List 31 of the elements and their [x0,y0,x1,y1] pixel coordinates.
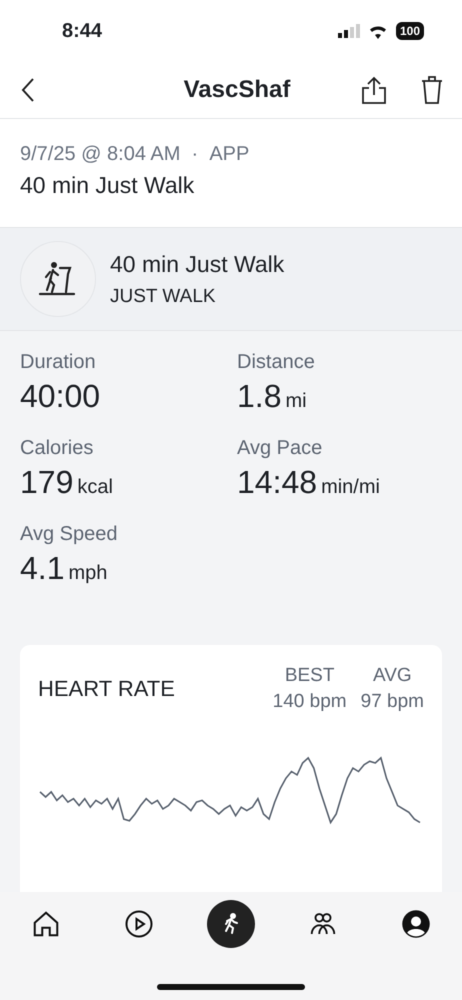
treadmill-walker-icon [38,260,78,298]
wifi-icon [368,24,388,38]
activity-title: 40 min Just Walk [110,250,284,278]
activity-type: JUST WALK [110,286,217,308]
stat-label: Duration [20,351,97,374]
summary-label: AVG [372,665,412,687]
card-title: HEART RATE [38,676,175,702]
status-time: 8:44 [62,20,102,42]
trash-icon [420,74,444,106]
stat-value: 40:00 [20,378,102,415]
play-icon [124,909,154,939]
workout-title: 40 min Just Walk [20,172,196,199]
signal-icon [338,24,360,38]
stat-label: Avg Pace [237,437,324,460]
stat-value: 1.8 mi [237,378,308,415]
workout-meta: 9/7/25 @ 8:04 AM · APP [20,143,250,166]
summary-label: BEST [284,665,334,687]
page-title: VascShaf [182,76,292,104]
share-icon [360,75,388,105]
stat-label: Distance [237,351,316,374]
tab-bar-item[interactable] [206,900,255,948]
stat-label: Calories [20,437,94,460]
profile-icon [400,909,431,939]
stat-value: 4.1 mph [20,550,108,587]
stat-value: 14:48 min/mi [237,464,381,501]
stat-value: 179 kcal [20,464,114,501]
battery-level: 100 [396,22,424,40]
summary-value: 97 bpm [360,691,424,713]
home-icon [31,909,62,939]
summary-value: 140 bpm [272,691,347,713]
stat-label: Avg Speed [20,523,118,546]
